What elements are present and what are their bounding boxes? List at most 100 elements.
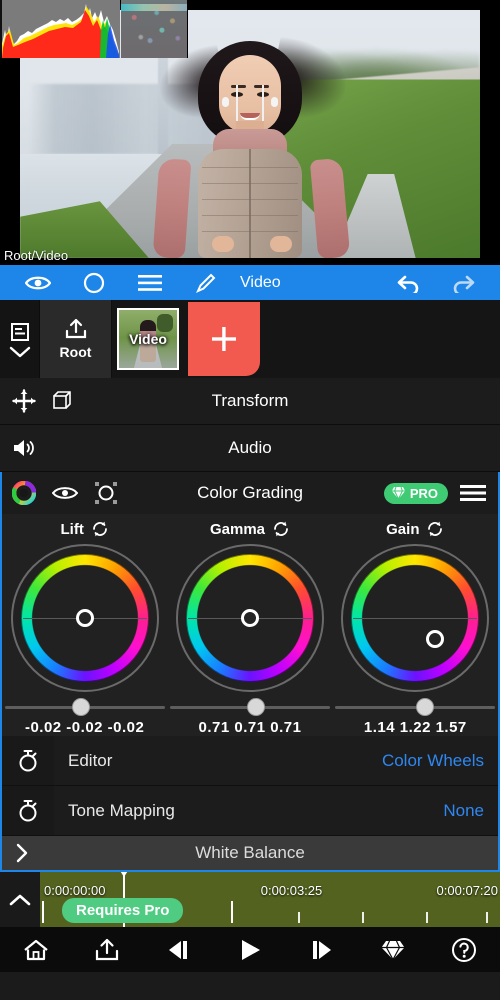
help-button[interactable] [440,937,488,963]
home-icon [24,939,48,960]
gain-label: Gain [386,520,420,538]
gain-slider-handle[interactable] [415,698,434,716]
edit-name-button[interactable] [178,272,234,294]
gain-puck[interactable] [425,629,444,648]
video-preview[interactable]: Root/Video [0,0,500,265]
chevron-right-icon[interactable] [2,843,42,863]
export-button[interactable] [83,938,131,962]
prev-frame-button[interactable] [155,939,203,961]
row-editor[interactable]: Editor Color Wheels [2,736,498,786]
pro-badge[interactable]: PRO [383,482,448,504]
color-wheel-gamma: Gamma 0.71 0.71 0.71 [167,520,332,736]
lift-slider-handle[interactable] [72,698,91,716]
redo-button[interactable] [436,273,490,293]
layer-list-icon [9,321,31,343]
audio-icons [0,437,108,459]
timecode-start: 0:00:00:00 [44,883,106,898]
color-grading-panel: Color Grading PRO Lift -0.02 -0.02 -0.02… [0,472,500,872]
layer-strip: Root Video [0,300,500,378]
reset-icon[interactable] [91,520,109,538]
lift-puck[interactable] [75,609,94,627]
quilt-line [202,199,298,200]
quilt-line [202,183,298,184]
lift-wheel[interactable] [10,544,159,692]
row-tone-mapping[interactable]: Tone Mapping None [2,786,498,836]
layer-list-button[interactable] [0,300,40,378]
gain-slider[interactable] [335,696,496,718]
editor-value[interactable]: Color Wheels [382,751,498,771]
reset-icon[interactable] [426,520,444,538]
lift-slider[interactable] [4,696,165,718]
thumb-tree [157,314,173,332]
mask-circle-button[interactable] [66,272,122,294]
upload-icon [63,318,89,340]
pro-upgrade-button[interactable] [369,938,417,962]
tone-mapping-keyframe-button[interactable] [2,786,54,835]
chevron-down-icon[interactable] [9,346,31,358]
quilt-line [202,215,298,216]
layer-menu-button[interactable] [122,274,178,292]
gamma-slider-handle[interactable] [247,698,266,716]
next-frame-button[interactable] [297,939,345,961]
gamma-label: Gamma [209,520,265,538]
color-wheel-gain: Gain 1.14 1.22 1.57 [333,520,498,736]
timeline-track[interactable]: 0:00:00:00 0:00:03:25 0:00:07:20 Require… [40,872,500,927]
toolbar-title: Video [240,273,281,291]
gamma-puck[interactable] [240,609,259,627]
tone-mapping-value[interactable]: None [443,801,498,821]
timeline[interactable]: 0:00:00:00 0:00:03:25 0:00:07:20 Require… [0,872,500,927]
color-wheel-icon[interactable] [12,481,36,505]
move-icon[interactable] [12,389,36,413]
undo-button[interactable] [382,273,436,293]
gamma-slider[interactable] [169,696,330,718]
help-icon [452,937,477,962]
play-button[interactable] [226,938,274,962]
visibility-toggle[interactable] [10,274,66,292]
timeline-tick [297,912,300,923]
requires-pro-badge[interactable]: Requires Pro [62,898,184,923]
timeline-tick [230,901,233,923]
layer-video[interactable]: Video [112,300,184,378]
timecode-mid: 0:00:03:25 [260,883,323,898]
layer-thumbnail[interactable]: Video [117,308,179,370]
gain-values: 1.14 1.22 1.57 [363,719,467,736]
section-audio[interactable]: Audio [0,425,500,472]
editor-keyframe-button[interactable] [2,736,54,785]
color-grading-header[interactable]: Color Grading PRO [2,472,498,514]
mask-transform-icon[interactable] [94,481,118,505]
pro-badge-label: PRO [409,485,438,501]
gamma-values: 0.71 0.71 0.71 [198,719,302,736]
gamma-wheel[interactable] [175,544,324,692]
reset-icon[interactable] [272,520,290,538]
speaker-icon[interactable] [12,437,38,459]
cube-icon[interactable] [50,390,72,412]
lift-values: -0.02 -0.02 -0.02 [24,719,145,736]
earbud-left [222,97,229,107]
add-layer-button[interactable] [188,302,260,376]
color-grading-header-right: PRO [383,482,498,504]
timeline-tick [362,912,364,923]
timeline-tick [42,901,44,923]
lift-label-row: Lift [61,520,109,538]
editor-label: Editor [68,750,113,770]
vectorscope[interactable] [121,0,188,58]
vectorscope-trace [121,0,187,58]
row-white-balance[interactable]: White Balance [2,836,498,870]
prev-frame-icon [168,940,187,959]
color-wheels-group: Lift -0.02 -0.02 -0.02 Gamma 0.71 0.71 0… [2,514,498,736]
color-grading-header-icons [2,481,118,505]
layer-strip-empty [260,300,500,378]
home-button[interactable] [12,938,60,962]
histogram-scope[interactable] [0,0,120,58]
play-icon [241,939,260,960]
eye-icon[interactable] [52,485,78,501]
gain-wheel[interactable] [341,544,490,692]
section-transform[interactable]: Transform [0,378,500,425]
layer-toolbar: Video [0,265,500,300]
next-frame-icon [313,940,332,959]
timeline-collapse-button[interactable] [0,872,40,927]
color-grading-menu-button[interactable] [460,484,486,502]
chevron-up-icon [9,894,31,905]
diamond-icon [391,486,406,500]
layer-root[interactable]: Root [40,300,112,378]
